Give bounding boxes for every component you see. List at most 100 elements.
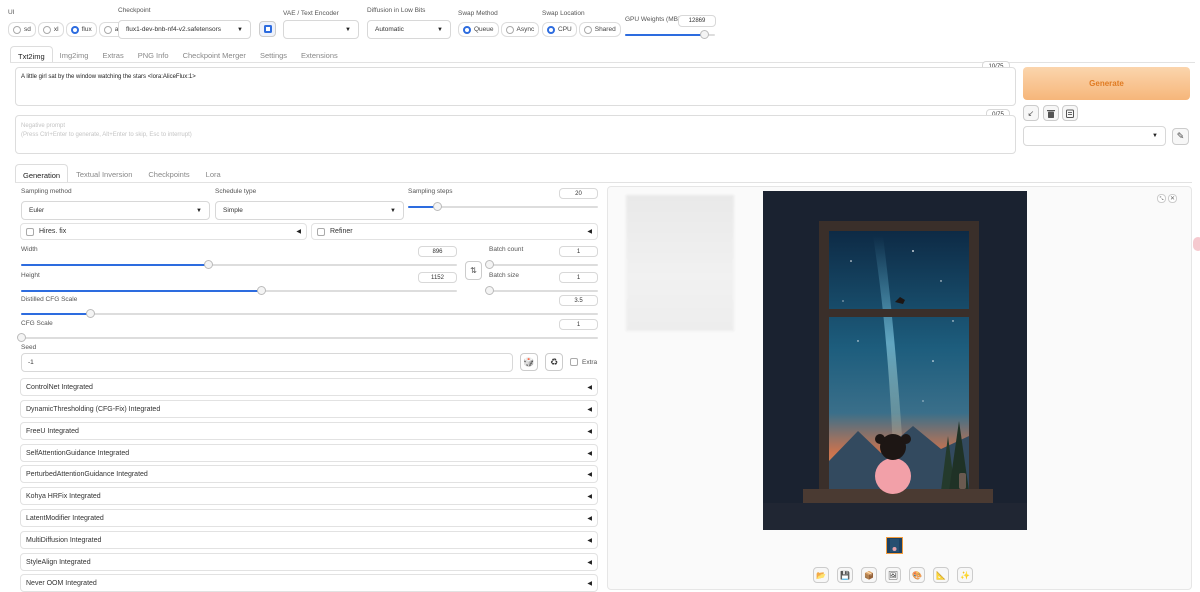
prompt-textarea[interactable]: A little girl sat by the window watching…	[15, 67, 1016, 106]
height-input[interactable]: 1152	[418, 272, 457, 283]
slider-handle[interactable]	[86, 309, 96, 318]
seed-input[interactable]: -1	[21, 353, 513, 372]
accordion-never-oom[interactable]: Never OOM Integrated ◀	[20, 574, 598, 592]
slider-handle[interactable]	[485, 260, 494, 269]
hires-fix-accordion[interactable]: Hires. fix ◀	[20, 223, 307, 240]
accordion-self-attention-guidance[interactable]: SelfAttentionGuidance Integrated ◀	[20, 444, 598, 462]
tab-extensions[interactable]: Extensions	[294, 46, 345, 63]
floppy-disk-icon: 💾	[840, 570, 850, 580]
open-folder-button[interactable]: 📂	[813, 567, 829, 583]
send-to-img2img-button[interactable]: 🖼	[885, 567, 901, 583]
ui-radio-sd[interactable]: sd	[8, 22, 36, 37]
accordion-controlnet[interactable]: ControlNet Integrated ◀	[20, 378, 598, 396]
batch-count-slider[interactable]	[485, 259, 598, 271]
distilled-cfg-input[interactable]: 3.5	[559, 295, 598, 306]
accordion-freeu[interactable]: FreeU Integrated ◀	[20, 422, 598, 440]
styles-select[interactable]: ▼	[1023, 126, 1166, 146]
tab-generation[interactable]: Generation	[15, 164, 69, 183]
accordion-latent-modifier[interactable]: LatentModifier Integrated ◀	[20, 509, 598, 527]
sampling-method-select[interactable]: Euler ▼	[21, 201, 210, 220]
slider-handle[interactable]	[256, 286, 266, 295]
edit-styles-button[interactable]: ✎	[1172, 128, 1189, 145]
send-to-extras-button[interactable]: 📐	[933, 567, 949, 583]
accordion-label: LatentModifier Integrated	[26, 514, 104, 522]
accordion-kohya-hrfix[interactable]: Kohya HRFix Integrated ◀	[20, 487, 598, 505]
tab-png-info[interactable]: PNG Info	[131, 46, 176, 63]
slider-fill	[625, 34, 705, 36]
slider-fill	[21, 264, 209, 266]
clear-prompt-button[interactable]	[1043, 105, 1059, 121]
upscale-button[interactable]: ✨	[957, 567, 973, 583]
reuse-seed-button[interactable]: ♻	[545, 353, 563, 371]
swap-dimensions-button[interactable]: ⇅	[465, 261, 482, 280]
hires-fix-checkbox[interactable]	[26, 227, 34, 236]
expand-icon[interactable]: ⤡	[1157, 194, 1166, 203]
slider-track[interactable]	[21, 313, 598, 315]
slider-track[interactable]	[489, 264, 598, 266]
schedule-type-label: Schedule type	[215, 188, 257, 195]
generated-image[interactable]	[763, 191, 1027, 530]
height-slider[interactable]	[21, 285, 457, 297]
swap-method-async[interactable]: Async	[500, 22, 540, 37]
extra-checkbox[interactable]	[570, 358, 578, 366]
slider-handle[interactable]	[17, 333, 26, 342]
vae-select[interactable]: ▼	[283, 20, 359, 39]
ui-radio-xl[interactable]: xl	[37, 22, 64, 37]
accordion-multidiffusion[interactable]: MultiDiffusion Integrated ◀	[20, 531, 598, 549]
sampling-steps-slider[interactable]	[408, 201, 598, 213]
sampling-steps-input[interactable]: 20	[559, 188, 598, 199]
gallery-thumbnail-selected[interactable]	[886, 537, 903, 554]
schedule-type-select[interactable]: Simple ▼	[215, 201, 404, 220]
save-button[interactable]: 💾	[837, 567, 853, 583]
accordion-perturbed-attention-guidance[interactable]: PerturbedAttentionGuidance Integrated ◀	[20, 465, 598, 483]
slider-handle[interactable]	[432, 202, 442, 211]
cfg-scale-slider[interactable]	[17, 332, 598, 344]
width-input[interactable]: 896	[418, 246, 457, 257]
height-label: Height	[21, 272, 40, 279]
main-tabs: Txt2img Img2img Extras PNG Info Checkpoi…	[10, 46, 345, 63]
refiner-accordion[interactable]: Refiner ◀	[311, 223, 598, 240]
tab-lora[interactable]: Lora	[198, 164, 229, 181]
ui-radio-flux[interactable]: flux	[65, 22, 97, 37]
cfg-scale-input[interactable]: 1	[559, 319, 598, 330]
slider-handle[interactable]	[204, 260, 214, 269]
gpu-weights-slider[interactable]	[625, 29, 715, 41]
tab-settings[interactable]: Settings	[253, 46, 294, 63]
batch-size-input[interactable]: 1	[559, 272, 598, 283]
styles-button[interactable]	[1062, 105, 1078, 121]
accordion-dynamic-thresholding[interactable]: DynamicThresholding (CFG-Fix) Integrated…	[20, 400, 598, 418]
tab-extras[interactable]: Extras	[95, 46, 130, 63]
random-seed-button[interactable]: 🎲	[520, 353, 538, 371]
slider-track[interactable]	[489, 290, 598, 292]
seed-extra-toggle[interactable]: Extra	[570, 358, 597, 366]
accordion-stylealign[interactable]: StyleAlign Integrated ◀	[20, 553, 598, 571]
checkpoint-select[interactable]: flux1-dev-bnb-nf4-v2.safetensors ▼	[118, 20, 251, 39]
swap-location-cpu[interactable]: CPU	[542, 22, 577, 37]
tab-txt2img[interactable]: Txt2img	[10, 46, 53, 63]
generate-button[interactable]: Generate	[1023, 67, 1190, 100]
trash-icon	[1047, 109, 1055, 118]
batch-count-input[interactable]: 1	[559, 246, 598, 257]
refresh-checkpoint-button[interactable]	[259, 21, 276, 37]
diffusion-select[interactable]: Automatic ▼	[367, 20, 451, 39]
swap-location-shared[interactable]: Shared	[578, 22, 621, 37]
tab-checkpoint-merger[interactable]: Checkpoint Merger	[176, 46, 253, 63]
send-to-inpaint-button[interactable]: 🎨	[909, 567, 925, 583]
width-slider[interactable]	[21, 259, 457, 271]
tab-img2img[interactable]: Img2img	[53, 46, 96, 63]
zip-button[interactable]: 📦	[861, 567, 877, 583]
swap-method-queue[interactable]: Queue	[458, 22, 499, 37]
negative-prompt-textarea[interactable]: Negative prompt (Press Ctrl+Enter to gen…	[15, 115, 1016, 154]
read-params-button[interactable]: ↙	[1023, 105, 1039, 121]
gpu-weights-input[interactable]: 12869	[678, 15, 716, 27]
tab-checkpoints[interactable]: Checkpoints	[140, 164, 197, 181]
seed-label: Seed	[21, 344, 37, 351]
slider-handle[interactable]	[700, 30, 710, 39]
tab-textual-inversion[interactable]: Textual Inversion	[68, 164, 140, 181]
batch-count-label: Batch count	[489, 246, 524, 253]
close-icon[interactable]: ✕	[1168, 194, 1177, 203]
slider-track[interactable]	[21, 337, 598, 339]
distilled-cfg-slider[interactable]	[21, 308, 598, 320]
slider-handle[interactable]	[485, 286, 494, 295]
refiner-checkbox[interactable]	[317, 227, 325, 236]
